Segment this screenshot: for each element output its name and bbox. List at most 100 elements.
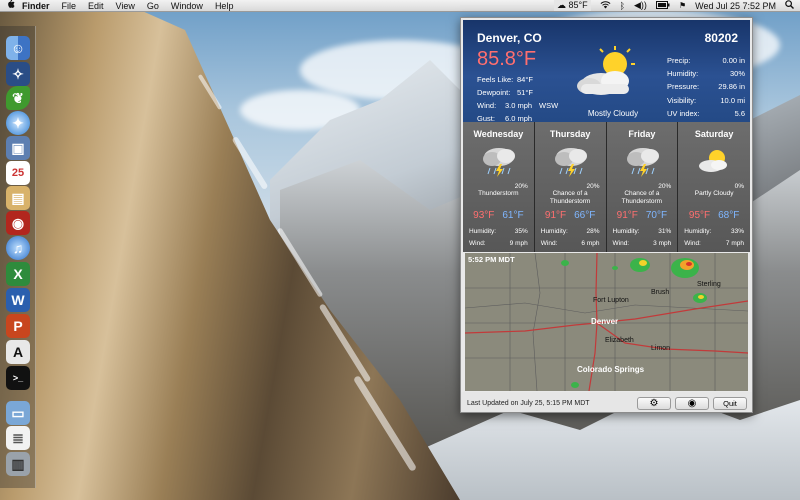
current-conditions: Denver, CO 80202 85.8°F Mostly Cloudy Fe… bbox=[463, 20, 750, 125]
precip-value: 0.00 in bbox=[722, 56, 745, 65]
map-city-sterling: Sterling bbox=[697, 281, 721, 288]
spotlight-search-icon[interactable] bbox=[785, 0, 794, 11]
dashboard-icon[interactable]: ✧ bbox=[6, 62, 30, 86]
powerpoint-icon[interactable]: P bbox=[6, 314, 30, 338]
current-left-details: Feels Like: 84°F Dewpoint: 51°F Wind: 3.0 m… bbox=[477, 73, 558, 125]
menu-go[interactable]: Go bbox=[141, 1, 165, 11]
forecast-humidity-label: Humidity: bbox=[540, 228, 568, 235]
font-book-icon[interactable]: A bbox=[6, 340, 30, 364]
menu-file[interactable]: File bbox=[56, 1, 83, 11]
leaf-app-icon[interactable]: ❦ bbox=[6, 86, 30, 110]
location-name[interactable]: Denver, CO bbox=[477, 31, 542, 45]
forecast-humidity: 28% bbox=[586, 228, 600, 235]
eye-icon: ◉ bbox=[687, 398, 697, 409]
forecast-day-name: Wednesday bbox=[473, 129, 524, 139]
wifi-icon[interactable] bbox=[600, 0, 611, 11]
flag-icon[interactable]: ⚑ bbox=[679, 1, 686, 10]
forecast-high: 91°F bbox=[544, 210, 567, 221]
forecast-wind: 6 mph bbox=[581, 240, 600, 247]
quit-button[interactable]: Quit bbox=[713, 397, 747, 410]
finder-icon[interactable]: ☺ bbox=[6, 36, 30, 60]
forecast-day[interactable]: Saturday 0% Partly Cloudy 95°F 68°F Humid… bbox=[678, 122, 750, 252]
visibility-label: Visibility: bbox=[667, 95, 697, 105]
view-button[interactable]: ◉ bbox=[675, 397, 709, 410]
menu-help[interactable]: Help bbox=[209, 1, 240, 11]
menu-finder[interactable]: Finder bbox=[18, 1, 56, 11]
feels-like-value: 84°F bbox=[517, 75, 533, 84]
forecast-day-name: Thursday bbox=[549, 129, 591, 139]
dewpoint-label: Dewpoint: bbox=[477, 88, 511, 97]
menu-edit[interactable]: Edit bbox=[82, 1, 110, 11]
uv-index-label: UV index: bbox=[667, 108, 700, 118]
humidity-value: 30% bbox=[729, 69, 745, 79]
forecast-humidity: 33% bbox=[730, 228, 744, 235]
forecast-day[interactable]: Thursday 20% Chance of a Thunderstorm 91… bbox=[534, 122, 607, 252]
forecast-humidity: 35% bbox=[514, 228, 528, 235]
photo-app-icon[interactable]: ▣ bbox=[6, 136, 30, 160]
weather-status-item[interactable]: ☁ 85°F bbox=[553, 0, 591, 11]
safari-icon[interactable]: ✦ bbox=[6, 111, 30, 135]
menu-clock[interactable]: Wed Jul 25 7:52 PM bbox=[695, 1, 776, 11]
photo-booth-icon[interactable]: ◉ bbox=[6, 211, 30, 235]
forecast-desc: Chance of a Thunderstorm bbox=[549, 190, 591, 205]
forecast-high: 95°F bbox=[688, 210, 711, 221]
forecast-pop: 0% bbox=[734, 183, 744, 190]
menu-window[interactable]: Window bbox=[165, 1, 209, 11]
terminal-icon[interactable]: >_ bbox=[6, 366, 30, 390]
word-icon[interactable]: W bbox=[6, 288, 30, 312]
forecast-desc: Partly Cloudy bbox=[694, 190, 734, 197]
apple-menu-icon[interactable] bbox=[6, 0, 18, 12]
humidity-label: Humidity: bbox=[667, 69, 699, 79]
map-city-fort-lupton: Fort Lupton bbox=[593, 297, 629, 304]
current-temperature: 85.8°F bbox=[477, 48, 537, 70]
map-city-colorado-springs: Colorado Springs bbox=[577, 365, 645, 374]
forecast-low: 61°F bbox=[502, 210, 524, 221]
forecast-low: 70°F bbox=[645, 210, 668, 221]
menu-view[interactable]: View bbox=[110, 1, 141, 11]
forecast-day[interactable]: Friday 20% Chance of a Thunderstorm 91°F… bbox=[606, 122, 679, 252]
forecast-pop: 20% bbox=[586, 183, 600, 190]
forecast-low: 66°F bbox=[574, 210, 596, 221]
forecast-day-name: Friday bbox=[628, 129, 656, 139]
preview-icon[interactable]: ▤ bbox=[6, 186, 30, 210]
weather-panel: Denver, CO 80202 85.8°F Mostly Cloudy Fe… bbox=[460, 17, 753, 413]
radar-map[interactable]: 5:52 PM MDT Denver Colorado Springs Fort… bbox=[465, 253, 748, 391]
partly-cloudy-icon bbox=[695, 144, 733, 178]
documents-stack-icon[interactable]: ≣ bbox=[6, 426, 30, 450]
battery-icon[interactable] bbox=[655, 0, 670, 11]
feels-like-label: Feels Like: bbox=[477, 75, 514, 84]
calendar-icon[interactable]: 25 bbox=[6, 161, 30, 185]
forecast-humidity-label: Humidity: bbox=[612, 228, 640, 235]
panel-footer: Last Updated on July 25, 5:15 PM MDT ⚙ ◉… bbox=[461, 392, 752, 412]
excel-icon[interactable]: X bbox=[6, 262, 30, 286]
thunderstorm-icon bbox=[624, 144, 662, 178]
forecast-day[interactable]: Wednesday 20% Thunderstorm 93°F 61°F Humi… bbox=[463, 122, 535, 252]
wind-direction: WSW bbox=[539, 101, 559, 110]
map-city-limon: Limon bbox=[651, 345, 671, 352]
gear-icon: ⚙ bbox=[649, 398, 659, 409]
mostly-cloudy-icon bbox=[571, 44, 641, 104]
zip-code[interactable]: 80202 bbox=[705, 31, 738, 45]
radar-time: 5:52 PM MDT bbox=[468, 255, 515, 264]
map-city-brush: Brush bbox=[651, 289, 670, 296]
forecast-high: 93°F bbox=[473, 210, 495, 221]
dewpoint-value: 51°F bbox=[517, 88, 533, 97]
forecast-humidity-label: Humidity: bbox=[469, 228, 497, 235]
wind-label: Wind: bbox=[477, 101, 497, 110]
settings-button[interactable]: ⚙ bbox=[637, 397, 671, 410]
forecast-wind-label: Wind: bbox=[612, 240, 630, 247]
thunderstorm-icon bbox=[480, 144, 518, 178]
volume-icon[interactable]: ◀)) bbox=[634, 0, 647, 11]
trash-icon[interactable]: ▥ bbox=[6, 452, 30, 476]
itunes-icon[interactable]: ♫ bbox=[6, 236, 30, 260]
pressure-label: Pressure: bbox=[667, 82, 700, 92]
last-updated: Last Updated on July 25, 5:15 PM MDT bbox=[467, 399, 590, 407]
forecast-wind: 9 mph bbox=[509, 240, 528, 247]
map-city-denver: Denver bbox=[591, 317, 619, 326]
forecast-wind: 3 mph bbox=[653, 240, 672, 247]
dock: ☺ ✧ ❦ ✦ ▣ 25 ▤ ◉ ♫ X W P A >_ ▭ ≣ ▥ bbox=[0, 26, 36, 488]
bluetooth-icon[interactable]: ᛒ bbox=[620, 1, 625, 11]
forecast-wind-label: Wind: bbox=[684, 240, 701, 247]
folder-icon[interactable]: ▭ bbox=[6, 401, 30, 425]
weather-status-temp: 85°F bbox=[568, 0, 588, 10]
